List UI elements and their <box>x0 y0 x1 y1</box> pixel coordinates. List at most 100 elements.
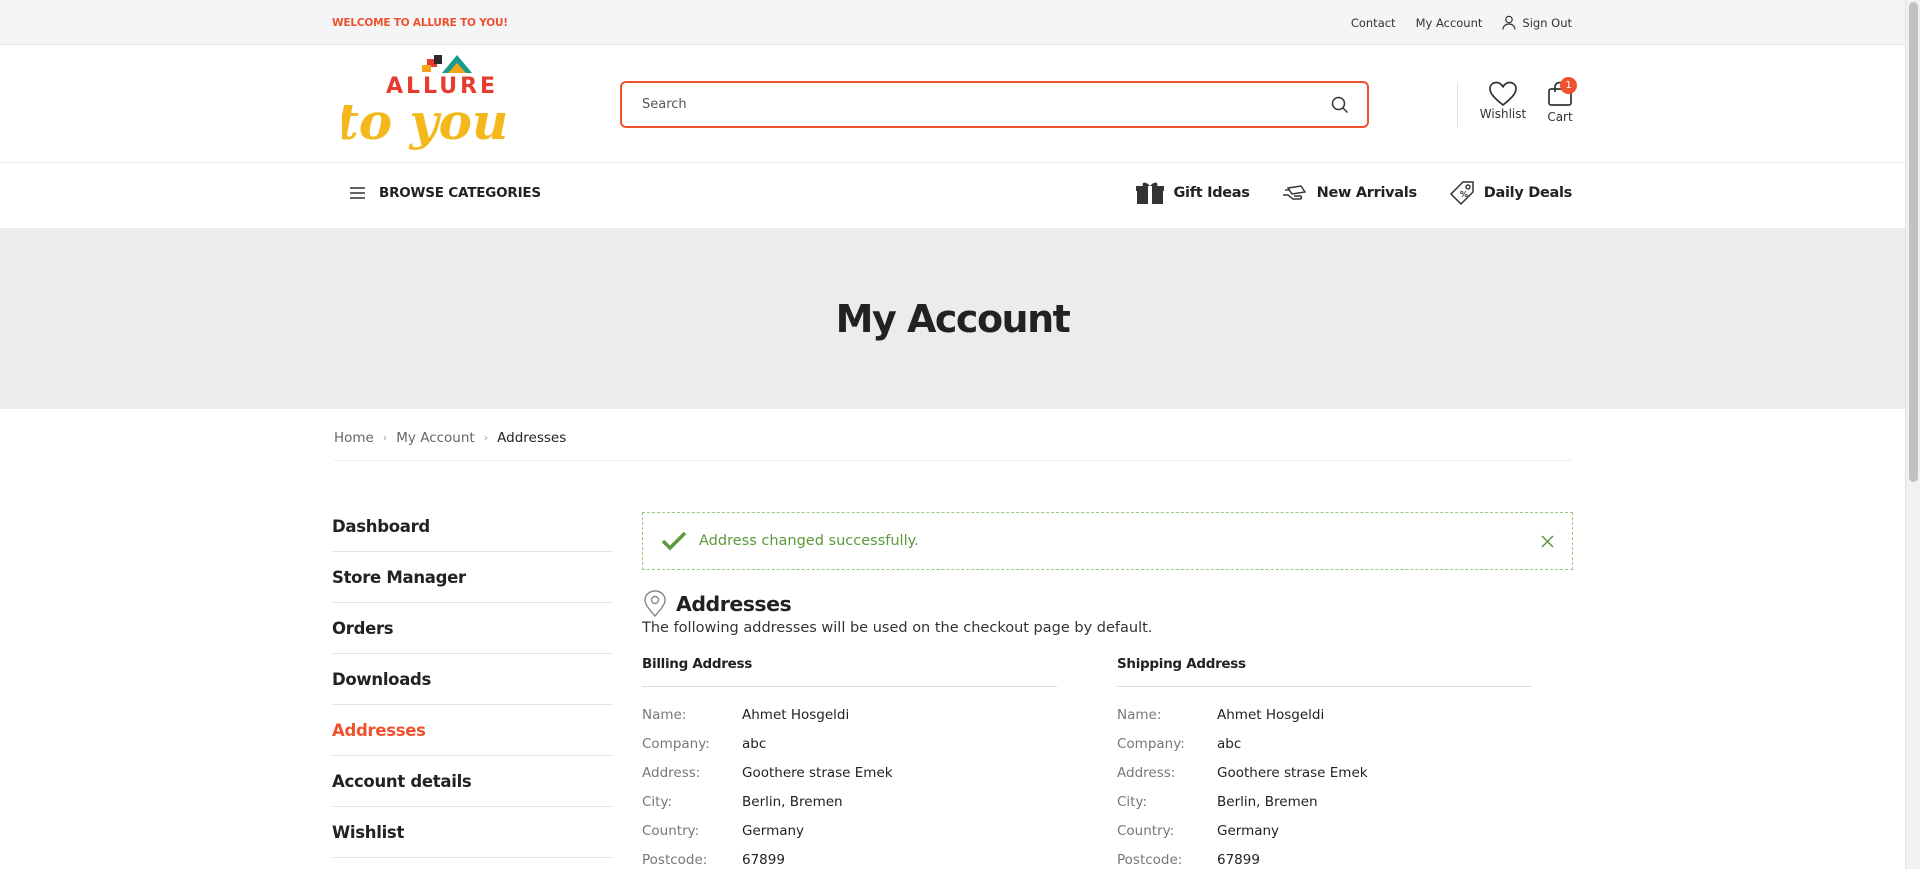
breadcrumb-my-account[interactable]: My Account <box>396 430 474 446</box>
field-value: abc <box>1217 735 1242 752</box>
menu-icon <box>350 187 365 199</box>
field-label: Name: <box>642 706 687 723</box>
header: ALLURE to you Wishlist 1 Cart <box>0 45 1905 163</box>
field-value: Germany <box>1217 822 1280 839</box>
field-label: City: <box>642 793 673 810</box>
success-notice: Address changed successfully. <box>642 512 1573 570</box>
wishlist-label: Wishlist <box>1479 107 1527 121</box>
field-label: Company: <box>642 735 710 752</box>
field-value: Berlin, Bremen <box>742 793 843 810</box>
welcome-text: WELCOME TO ALLURE TO YOU! <box>332 16 508 29</box>
addresses-heading: Addresses <box>642 590 1573 618</box>
nav-links: Gift Ideas New Arrivals % Daily Deals <box>1136 180 1572 206</box>
field-value: Ahmet Hosgeldi <box>742 706 850 723</box>
billing-address-title: Billing Address <box>642 656 1057 687</box>
field-label: Name: <box>1117 706 1162 723</box>
browse-categories-button[interactable]: BROWSE CATEGORIES <box>350 185 541 201</box>
nav-daily-deals[interactable]: % Daily Deals <box>1449 180 1572 206</box>
field-value: 67899 <box>742 851 785 868</box>
billing-row-country: Country: Germany <box>642 816 1057 845</box>
breadcrumb: Home › My Account › Addresses <box>334 425 1572 461</box>
addresses-title: Addresses <box>676 592 792 616</box>
top-bar: WELCOME TO ALLURE TO YOU! Contact My Acc… <box>0 0 1905 45</box>
scrollbar-thumb[interactable] <box>1909 2 1918 482</box>
field-value: Ahmet Hosgeldi <box>1217 706 1325 723</box>
sidebar-item-wishlist[interactable]: Wishlist <box>332 807 613 858</box>
chevron-right-icon: › <box>483 431 489 444</box>
sign-out-link[interactable]: Sign Out <box>1502 15 1572 30</box>
shipping-row-address: Address: Goothere strase Emek <box>1117 758 1532 787</box>
account-content: Address changed successfully. Addresses … <box>642 512 1573 869</box>
sign-out-label: Sign Out <box>1522 15 1572 30</box>
field-value: Berlin, Bremen <box>1217 793 1318 810</box>
page: WELCOME TO ALLURE TO YOU! Contact My Acc… <box>0 0 1905 869</box>
nav-daily-deals-label: Daily Deals <box>1483 185 1573 201</box>
search-box <box>620 81 1369 128</box>
field-label: City: <box>1117 793 1148 810</box>
field-value: Goothere strase Emek <box>742 764 893 781</box>
main-nav: BROWSE CATEGORIES Gift Ideas New Arrival… <box>0 163 1905 228</box>
gift-icon <box>1136 182 1165 204</box>
breadcrumb-current: Addresses <box>497 429 567 446</box>
shipping-row-name: Name: Ahmet Hosgeldi <box>1117 700 1532 729</box>
browse-categories-label: BROWSE CATEGORIES <box>379 185 541 201</box>
field-label: Postcode: <box>642 851 708 868</box>
sidebar-item-store-manager[interactable]: Store Manager <box>332 552 613 603</box>
shipping-address: Shipping Address Name: Ahmet Hosgeldi Com… <box>1117 656 1532 869</box>
field-value: abc <box>742 735 767 752</box>
nav-new-arrivals[interactable]: New Arrivals <box>1282 180 1417 206</box>
addresses-description: The following addresses will be used on … <box>642 620 1153 636</box>
notice-message: Address changed successfully. <box>699 533 919 549</box>
checkmark-icon <box>661 531 687 551</box>
wishlist-button[interactable]: Wishlist <box>1480 81 1526 121</box>
cart-label: Cart <box>1547 110 1573 124</box>
shipping-row-city: City: Berlin, Bremen <box>1117 787 1532 816</box>
nav-gift-ideas-label: Gift Ideas <box>1173 185 1250 201</box>
billing-row-city: City: Berlin, Bremen <box>642 787 1057 816</box>
billing-row-address: Address: Goothere strase Emek <box>642 758 1057 787</box>
page-banner: My Account <box>0 228 1905 409</box>
chevron-right-icon: › <box>382 431 388 444</box>
logo[interactable]: ALLURE to you <box>336 51 512 161</box>
address-columns: Billing Address Name: Ahmet Hosgeldi Comp… <box>642 656 1573 869</box>
field-label: Address: <box>1117 764 1176 781</box>
shipping-address-title: Shipping Address <box>1117 656 1532 687</box>
nav-gift-ideas[interactable]: Gift Ideas <box>1136 180 1250 206</box>
breadcrumb-home[interactable]: Home <box>334 430 374 446</box>
field-label: Country: <box>1117 822 1175 839</box>
user-icon <box>1502 15 1517 30</box>
shipping-row-company: Company: abc <box>1117 729 1532 758</box>
sidebar-item-downloads[interactable]: Downloads <box>332 654 613 705</box>
close-icon[interactable] <box>1541 534 1554 548</box>
field-label: Company: <box>1117 735 1185 752</box>
field-label: Country: <box>642 822 700 839</box>
page-title: My Account <box>835 296 1071 341</box>
svg-text:%: % <box>1460 190 1468 199</box>
heart-icon <box>1489 81 1517 107</box>
search-input[interactable] <box>642 97 1292 112</box>
search-icon[interactable] <box>1331 96 1349 114</box>
field-label: Address: <box>642 764 701 781</box>
hand-delivery-icon <box>1282 185 1306 200</box>
sidebar-item-orders[interactable]: Orders <box>332 603 613 654</box>
map-pin-icon <box>644 590 666 618</box>
my-account-link[interactable]: My Account <box>1416 16 1483 30</box>
sidebar-item-addresses[interactable]: Addresses <box>332 705 613 756</box>
cart-count-badge: 1 <box>1560 77 1577 94</box>
top-links: Contact My Account Sign Out <box>1351 15 1572 30</box>
shipping-row-postcode: Postcode: 67899 <box>1117 845 1532 869</box>
page-scrollbar[interactable] <box>1905 0 1920 869</box>
sidebar-item-account-details[interactable]: Account details <box>332 756 613 807</box>
field-label: Postcode: <box>1117 851 1183 868</box>
cart-button[interactable]: 1 Cart <box>1540 77 1580 124</box>
logo-wordmark-bottom: to you <box>342 92 508 151</box>
account-sidebar: Dashboard Store Manager Orders Downloads… <box>332 502 613 858</box>
billing-address: Billing Address Name: Ahmet Hosgeldi Comp… <box>642 656 1057 869</box>
header-divider <box>1457 83 1458 127</box>
tag-icon: % <box>1449 181 1474 206</box>
contact-link[interactable]: Contact <box>1351 16 1396 30</box>
field-value: 67899 <box>1217 851 1260 868</box>
field-value: Goothere strase Emek <box>1217 764 1368 781</box>
sidebar-item-dashboard[interactable]: Dashboard <box>332 502 613 552</box>
billing-row-name: Name: Ahmet Hosgeldi <box>642 700 1057 729</box>
